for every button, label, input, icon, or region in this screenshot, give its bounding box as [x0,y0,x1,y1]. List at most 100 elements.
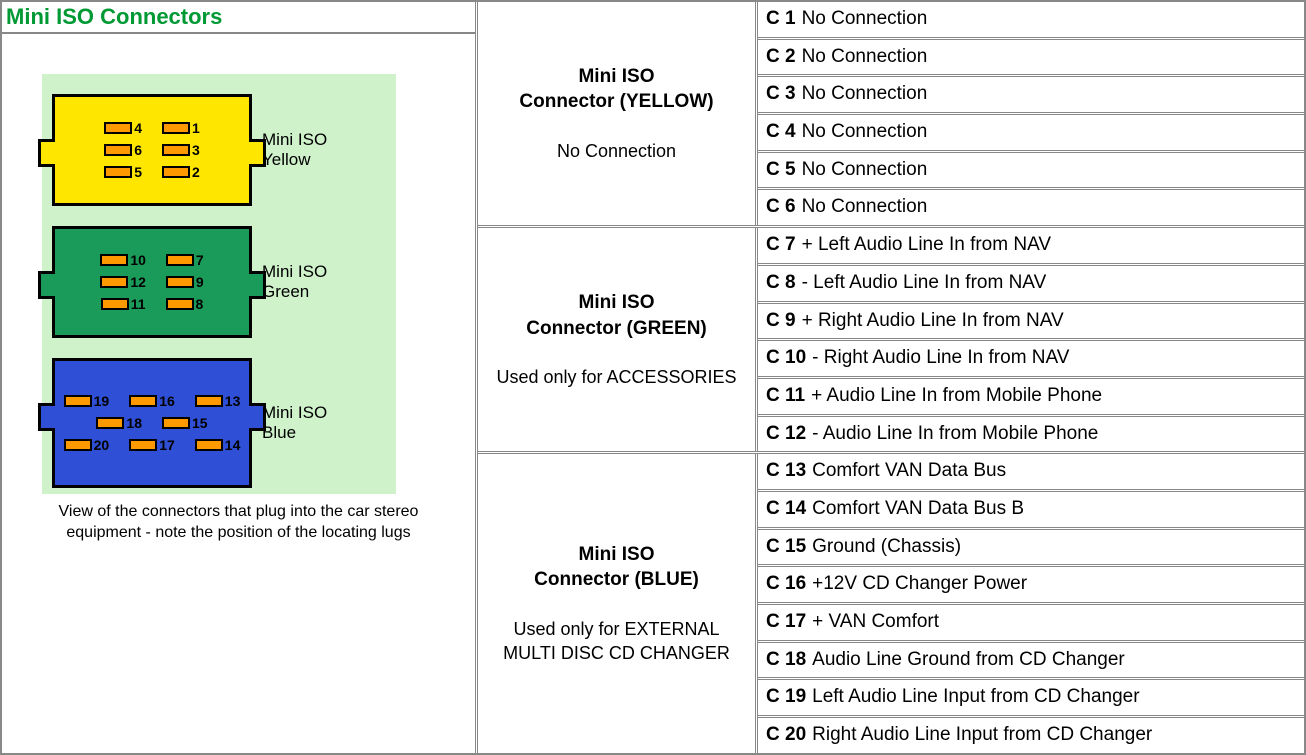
pin-desc: Left Audio Line Input from CD Changer [812,685,1139,710]
connector-block-1: Mini ISOConnector (GREEN) Used only for A… [478,228,1304,454]
pin-number: 2 [192,164,200,180]
pin-slot-icon [162,144,190,156]
pin-row-C15: C 15Ground (Chassis) [758,530,1304,568]
pin-row: 19 16 13 [64,393,241,409]
pin-14: 14 [195,437,241,453]
pin-row-C13: C 13Comfort VAN Data Bus [758,454,1304,492]
pin-number: 16 [159,393,175,409]
page-title: Mini ISO Connectors [2,2,475,34]
connector-body-yellow: 41 6 3 5 2 [52,94,252,206]
connector-name: Mini ISOConnector (GREEN) [526,290,707,341]
pin-16: 16 [129,393,175,409]
pin-desc: - Left Audio Line In from NAV [802,271,1047,296]
connector-label-yellow: Mini ISOYellow [262,130,327,171]
pin-id: C 1 [766,7,796,32]
pin-id: C 17 [766,610,806,635]
connector-label-green: Mini ISOGreen [262,262,327,303]
pin-number: 18 [126,415,142,431]
pin-12: 12 [100,274,146,290]
connector-block-header: Mini ISOConnector (GREEN) Used only for A… [478,228,758,451]
pin-row: 20 17 14 [64,437,241,453]
pin-row-C19: C 19Left Audio Line Input from CD Change… [758,680,1304,718]
pin-row-C8: C 8- Left Audio Line In from NAV [758,266,1304,304]
pin-18: 18 [96,415,142,431]
pin-row-C14: C 14Comfort VAN Data Bus B [758,492,1304,530]
pin-desc: No Connection [802,82,928,107]
pin-slot-icon [129,439,157,451]
pin-number: 5 [134,164,142,180]
diagram-wrap: 416352Mini ISOYellow107129118Mini ISOGre… [2,34,475,494]
pin-id: C 10 [766,346,806,371]
pin-desc: No Connection [802,120,928,145]
pin-number: 12 [130,274,146,290]
connector-label-blue: Mini ISOBlue [262,403,327,444]
connector-note: Used only for ACCESSORIES [496,365,736,389]
pin-row-C16: C 16+12V CD Changer Power [758,567,1304,605]
pin-desc: No Connection [802,158,928,183]
pin-id: C 13 [766,459,806,484]
pin-number: 13 [225,393,241,409]
pin-slot-icon [166,276,194,288]
pin-number: 8 [196,296,204,312]
pin-row-C20: C 20Right Audio Line Input from CD Chang… [758,718,1304,753]
pin-slot-icon [64,439,92,451]
pin-id: C 8 [766,271,796,296]
pin-slot-icon [101,298,129,310]
connector-body-blue: 19 16 13 1815 20 17 14 [52,358,252,488]
pin-number: 1 [192,120,200,136]
pin-row: 41 [104,120,200,136]
pin-slot-icon [64,395,92,407]
pin-row-C6: C 6No Connection [758,190,1304,225]
pin-13: 13 [195,393,241,409]
pin-3: 3 [162,142,200,158]
pin-number: 17 [159,437,175,453]
connector-body-green: 107 129 118 [52,226,252,338]
pin-row-C18: C 18Audio Line Ground from CD Changer [758,643,1304,681]
pin-id: C 15 [766,535,806,560]
pin-desc: No Connection [802,195,928,220]
pin-slot-icon [166,298,194,310]
pin-row-C12: C 12- Audio Line In from Mobile Phone [758,417,1304,452]
pin-id: C 4 [766,120,796,145]
pin-desc: + Left Audio Line In from NAV [802,233,1051,258]
pin-number: 3 [192,142,200,158]
pin-8: 8 [166,296,204,312]
pin-20: 20 [64,437,110,453]
connector-block-2: Mini ISOConnector (BLUE)Used only for EX… [478,454,1304,753]
pin-row: 118 [101,296,204,312]
pin-desc: No Connection [802,45,928,70]
pin-desc: Audio Line Ground from CD Changer [812,648,1125,673]
pin-row-C11: C 11+ Audio Line In from Mobile Phone [758,379,1304,417]
pin-2: 2 [162,164,200,180]
pin-number: 14 [225,437,241,453]
pin-slot-icon [100,276,128,288]
pin-desc: - Right Audio Line In from NAV [812,346,1069,371]
connector-block-header: Mini ISOConnector (BLUE)Used only for EX… [478,454,758,753]
pin-desc: Ground (Chassis) [812,535,961,560]
pin-slot-icon [195,439,223,451]
pin-desc: + VAN Comfort [812,610,939,635]
pin-number: 6 [134,142,142,158]
pin-id: C 16 [766,572,806,597]
pin-row: 129 [100,274,203,290]
pin-slot-icon [104,122,132,134]
pin-row: 1815 [96,415,207,431]
pin-slot-icon [162,417,190,429]
pin-number: 20 [94,437,110,453]
pin-id: C 7 [766,233,796,258]
pin-1: 1 [162,120,200,136]
pin-6: 6 [104,142,142,158]
pin-desc: Comfort VAN Data Bus B [812,497,1024,522]
pin-17: 17 [129,437,175,453]
diagram-caption: View of the connectors that plug into th… [2,494,475,564]
pin-row-C3: C 3No Connection [758,77,1304,115]
pin-list: C 1No ConnectionC 2No ConnectionC 3No Co… [758,2,1304,225]
pin-slot-icon [104,144,132,156]
pin-row: 107 [100,252,203,268]
pin-desc: + Audio Line In from Mobile Phone [811,384,1102,409]
pin-desc: Comfort VAN Data Bus [812,459,1006,484]
pin-row-C1: C 1No Connection [758,2,1304,40]
pin-desc: No Connection [802,7,928,32]
pin-19: 19 [64,393,110,409]
diagram-area: 416352Mini ISOYellow107129118Mini ISOGre… [42,74,396,494]
